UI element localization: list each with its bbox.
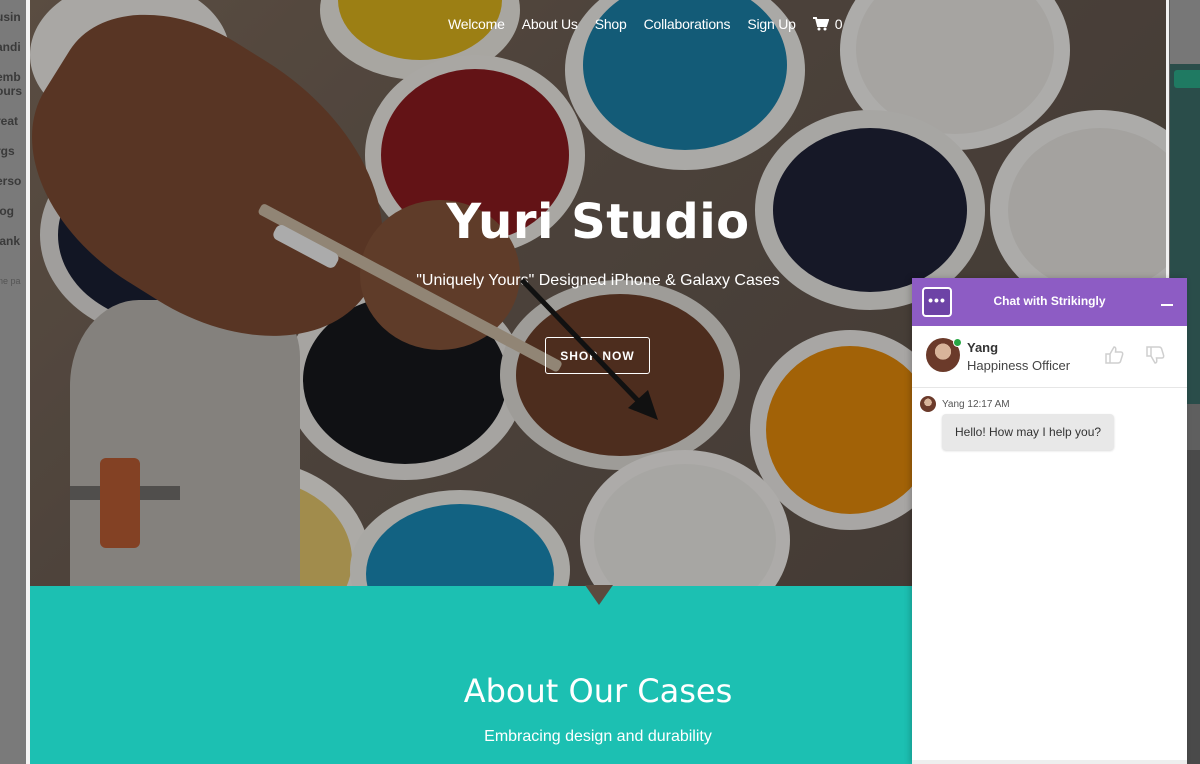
sidebar-item: log bbox=[0, 204, 14, 218]
cart-count: 0 bbox=[834, 16, 843, 32]
about-section: About Our Cases Embracing design and dur… bbox=[30, 585, 912, 764]
chat-widget: ••• Chat with Strikingly Yang Happiness … bbox=[912, 278, 1187, 764]
thumbs-down-icon[interactable] bbox=[1145, 346, 1165, 364]
nav-link-welcome[interactable]: Welcome bbox=[448, 16, 505, 32]
chat-input-area[interactable] bbox=[912, 760, 1187, 764]
bg-block bbox=[1170, 0, 1200, 64]
nav-link-shop[interactable]: Shop bbox=[595, 16, 627, 32]
minimize-icon[interactable] bbox=[1161, 304, 1173, 306]
section-notch bbox=[585, 585, 613, 605]
bg-block bbox=[1174, 70, 1200, 88]
hero-title: Yuri Studio bbox=[446, 194, 750, 250]
sidebar-item: reat bbox=[0, 114, 19, 128]
agent-name: Yang bbox=[967, 340, 999, 355]
cart-button[interactable]: 0 bbox=[812, 16, 843, 32]
sidebar-note: ne pa bbox=[0, 276, 21, 286]
message-meta: Yang 12:17 AM bbox=[920, 396, 1010, 412]
nav-link-sign-up[interactable]: Sign Up bbox=[747, 16, 796, 32]
agent-role: Happiness Officer bbox=[967, 358, 1071, 373]
cart-icon bbox=[812, 17, 829, 31]
avatar bbox=[920, 396, 936, 412]
sidebar-item: lank bbox=[0, 234, 21, 248]
chat-message-bubble: Hello! How may I help you? bbox=[942, 414, 1115, 450]
sidebar-item: ours bbox=[0, 84, 23, 98]
nav-link-about-us[interactable]: About Us bbox=[522, 16, 578, 32]
annotation-arrow-icon bbox=[520, 278, 658, 420]
thumbs-up-icon[interactable] bbox=[1104, 346, 1124, 364]
chat-header: ••• Chat with Strikingly bbox=[912, 278, 1187, 326]
sidebar-item: erso bbox=[0, 174, 22, 188]
nav-link-collaborations[interactable]: Collaborations bbox=[644, 16, 731, 32]
chat-title: Chat with Strikingly bbox=[993, 294, 1106, 308]
sidebar-item: andi bbox=[0, 40, 21, 54]
sidebar-item: emb bbox=[0, 70, 21, 84]
online-status-icon bbox=[953, 338, 962, 347]
sidebar-item: rgs bbox=[0, 144, 15, 158]
chat-agent-bar: Yang Happiness Officer bbox=[912, 326, 1187, 388]
message-sender-time: Yang 12:17 AM bbox=[942, 398, 1010, 410]
sidebar-item: usin bbox=[0, 10, 21, 24]
top-navigation: Welcome About Us Shop Collaborations Sig… bbox=[448, 16, 843, 32]
background-sidebar: usin andi emb ours reat rgs erso log lan… bbox=[0, 0, 26, 764]
